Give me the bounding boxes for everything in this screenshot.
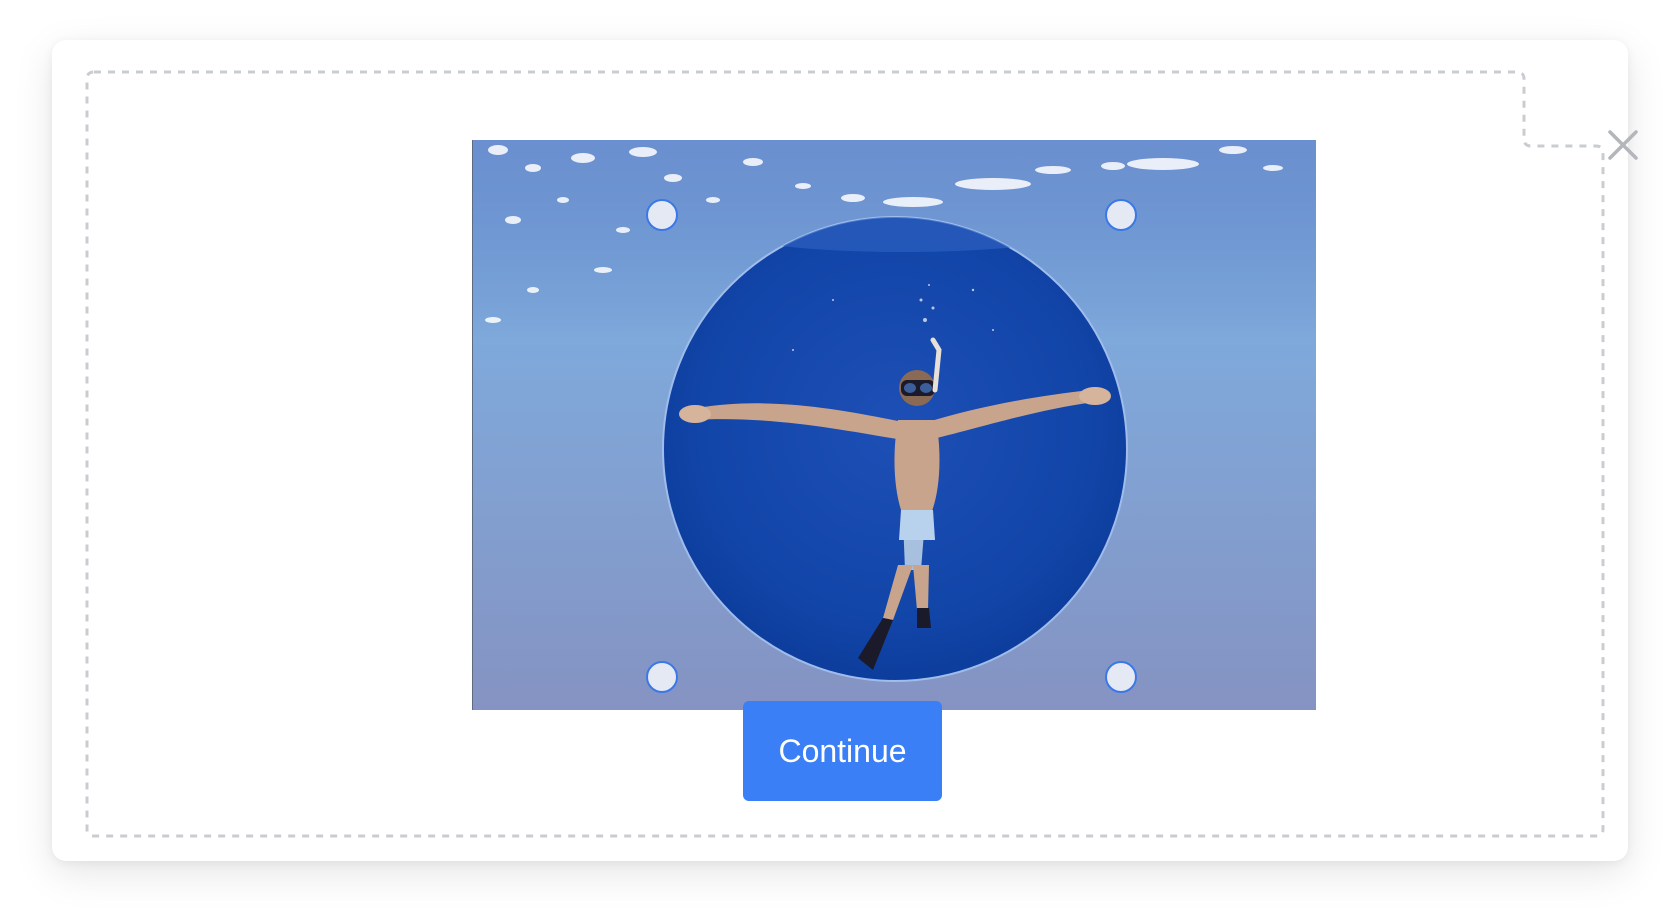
continue-button[interactable]: Continue bbox=[743, 701, 942, 801]
underwater-photo bbox=[473, 140, 1316, 710]
crop-handle-bottom-left[interactable] bbox=[646, 661, 678, 693]
close-icon bbox=[1608, 130, 1638, 160]
close-button[interactable] bbox=[1592, 118, 1654, 172]
crop-handle-top-right[interactable] bbox=[1105, 199, 1137, 231]
crop-handle-bottom-right[interactable] bbox=[1105, 661, 1137, 693]
crop-image-area[interactable] bbox=[472, 140, 1316, 710]
crop-handle-top-left[interactable] bbox=[646, 199, 678, 231]
